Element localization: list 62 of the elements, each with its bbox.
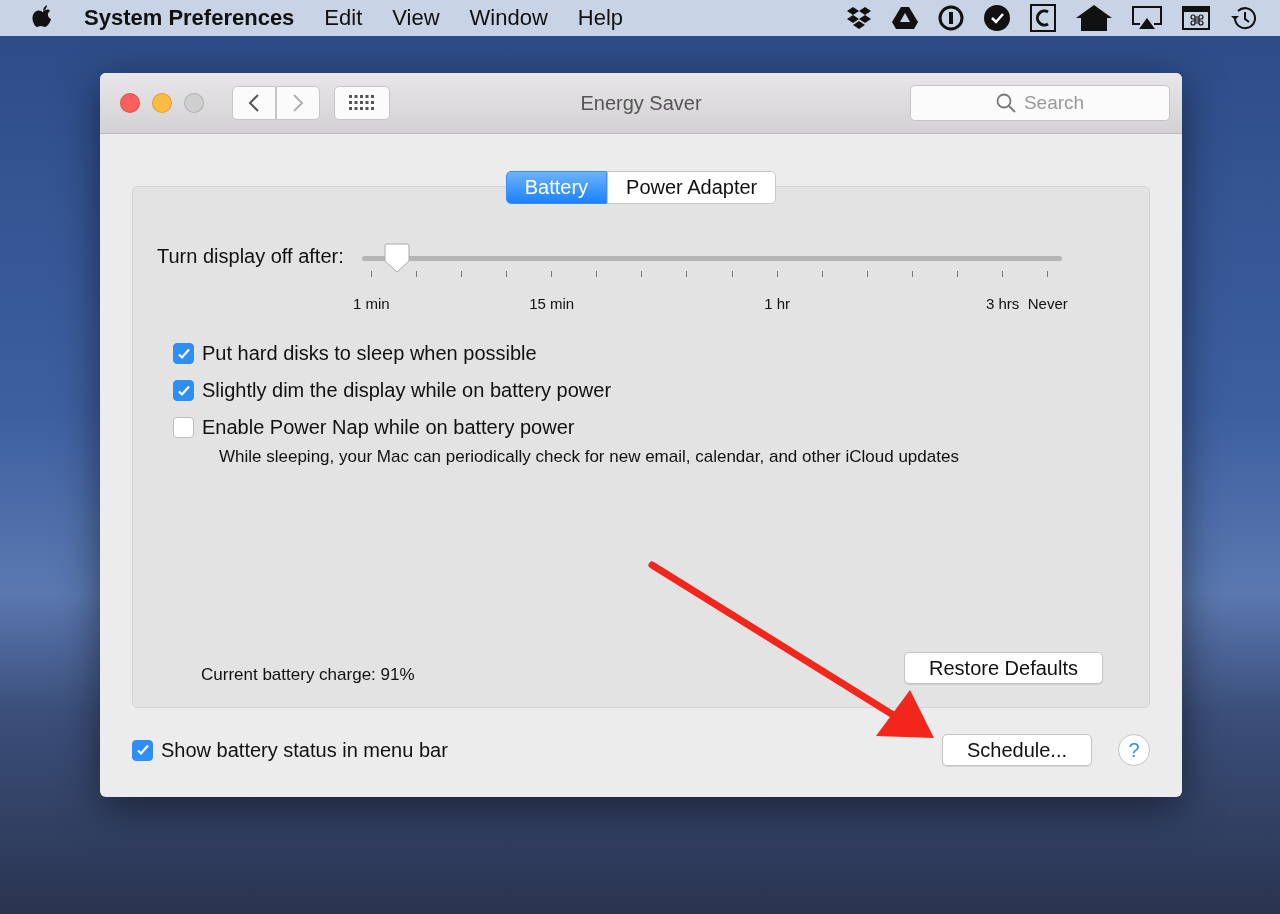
restore-defaults-button[interactable]: Restore Defaults [904, 652, 1103, 684]
airplay-icon[interactable] [1132, 6, 1162, 30]
tick-label: 3 hrs [985, 295, 1020, 312]
close-button[interactable] [120, 93, 140, 113]
slider-thumb[interactable] [383, 243, 410, 273]
tick-mark [415, 271, 417, 277]
keyhole-icon[interactable] [938, 5, 964, 31]
grid-icon [349, 95, 375, 111]
command-window-icon[interactable] [1182, 6, 1210, 30]
show-all-button[interactable] [334, 86, 390, 120]
battery-charge-text: Current battery charge: 91% [201, 665, 415, 685]
window-title: Energy Saver [580, 91, 702, 115]
checkbox[interactable] [173, 417, 194, 438]
checkmark-icon [135, 743, 150, 757]
tick-mark [1047, 271, 1049, 277]
tick-label: 1 hr [764, 295, 791, 312]
open-box-icon[interactable] [846, 6, 872, 30]
checkmark-icon [176, 383, 191, 398]
menu-item[interactable]: View [392, 5, 440, 31]
tick-mark [641, 271, 643, 277]
clock-history-icon[interactable] [1230, 5, 1258, 31]
house-icon[interactable] [1076, 5, 1112, 31]
tick-label: 1 min [352, 295, 390, 312]
checkbox[interactable] [173, 380, 194, 401]
schedule-button[interactable]: Schedule... [941, 734, 1092, 766]
menu-item[interactable]: Edit [324, 5, 363, 31]
check-circle-icon[interactable] [984, 5, 1010, 31]
menu-item[interactable]: Help [577, 5, 624, 31]
tick-mark [551, 271, 553, 277]
back-button[interactable] [232, 86, 276, 120]
checkbox-label: Show battery status in menu bar [161, 738, 448, 762]
app-menu[interactable]: System Preferences [84, 5, 295, 31]
tick-label: 15 min [529, 295, 575, 312]
search-icon [995, 93, 1016, 113]
slider-track[interactable] [361, 243, 1062, 273]
checkbox[interactable] [173, 343, 194, 364]
tick-mark [686, 271, 688, 277]
checkbox-label: Enable Power Nap while on battery power [202, 416, 575, 439]
checkbox-label: Slightly dim the display while on battery power [202, 379, 612, 402]
checkbox-label: Put hard disks to sleep when possible [202, 342, 537, 365]
tab[interactable]: Power Adapter [607, 171, 777, 204]
chevron-left-icon [248, 93, 260, 113]
tick-mark [866, 271, 868, 277]
triangle-icon[interactable] [892, 7, 918, 29]
checkbox[interactable] [132, 739, 153, 761]
tick-mark [596, 271, 598, 277]
menu-item[interactable]: Window [469, 5, 548, 31]
slider-label: Turn display off after: [157, 245, 344, 268]
tick-mark [506, 271, 508, 277]
checkmark-icon [176, 346, 191, 361]
tick-mark [731, 271, 733, 277]
chevron-right-icon [292, 93, 304, 113]
tick-mark [1002, 271, 1004, 277]
tick-mark [461, 271, 462, 277]
tick-label: Never [1027, 295, 1068, 312]
c-square-icon[interactable] [1030, 4, 1056, 32]
tick-mark [821, 271, 823, 277]
tick-mark [370, 271, 372, 277]
tick-mark [776, 271, 778, 277]
tick-mark [957, 271, 959, 277]
option-description: While sleeping, your Mac can periodically check for new email, calendar, and other iCloud updates [219, 447, 960, 467]
tick-mark [911, 271, 913, 277]
